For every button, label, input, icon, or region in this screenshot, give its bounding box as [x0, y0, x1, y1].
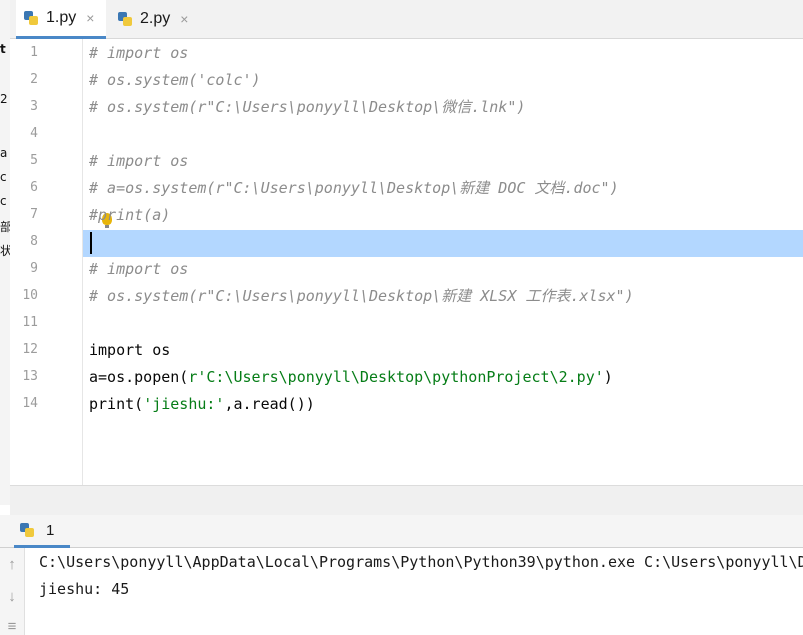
code-line: import os — [89, 341, 171, 359]
line-number: 1 — [30, 45, 38, 60]
line-number: 10 — [22, 288, 38, 303]
python-file-icon — [24, 11, 38, 25]
run-tab-label: 1 — [46, 521, 55, 539]
run-console[interactable]: ↑ ↓ ≡ C:\Users\ponyyll\AppData\Local\Pro… — [0, 548, 803, 635]
code-line: # import os — [89, 260, 189, 278]
code-line: #print(a) — [89, 206, 171, 224]
line-number: 7 — [30, 207, 38, 222]
code-line: # import os — [89, 152, 189, 170]
code-token: a=os.popen( — [89, 368, 189, 386]
editor-tab-bar: 1.py × 2.py × — [10, 0, 803, 39]
soft-wrap-icon[interactable]: ≡ — [0, 618, 24, 635]
code-line: # os.system(r"C:\Users\ponyyll\Desktop\微… — [89, 98, 526, 116]
line-number: 9 — [30, 261, 38, 276]
scroll-up-icon[interactable]: ↑ — [0, 556, 24, 573]
python-file-icon — [118, 12, 132, 26]
project-fragment: 2 — [0, 92, 8, 106]
code-token: print( — [89, 395, 144, 413]
code-token: ) — [603, 368, 613, 386]
code-line: print('jieshu:',a.read()) — [89, 391, 803, 418]
close-icon[interactable]: × — [86, 10, 94, 26]
code-line: a=os.popen(r'C:\Users\ponyyll\Desktop\py… — [89, 364, 803, 391]
project-fragment: t — [0, 42, 6, 56]
code-editor[interactable]: 1 2 3 4 5 6 7 8 9 10 11 12 13 14 # impor… — [10, 39, 803, 485]
code-line: # a=os.system(r"C:\Users\ponyyll\Desktop… — [89, 179, 619, 197]
tab-2-py[interactable]: 2.py × — [116, 0, 198, 38]
tab-1-py[interactable]: 1.py × — [16, 0, 107, 39]
string-literal: 'jieshu:' — [143, 395, 225, 413]
scroll-down-icon[interactable]: ↓ — [0, 588, 24, 605]
tab-label: 1.py — [46, 9, 77, 26]
console-output-line: jieshu: 45 — [39, 580, 130, 598]
project-fragment: 部 — [0, 218, 10, 235]
line-number: 2 — [30, 72, 38, 87]
panel-splitter[interactable] — [10, 485, 803, 516]
code-line: # import os — [89, 44, 189, 62]
code-line: # os.system(r"C:\Users\ponyyll\Desktop\新… — [89, 287, 634, 305]
run-tool-bar: 1 — [0, 515, 803, 548]
project-fragment: a — [0, 146, 8, 160]
line-number: 8 — [30, 234, 38, 249]
code-line: # os.system('colc') — [89, 71, 261, 89]
line-number: 13 — [22, 369, 38, 384]
line-number: 12 — [22, 342, 38, 357]
line-number: 5 — [30, 153, 38, 168]
project-fragment: 状 — [0, 242, 10, 259]
project-fragment: c — [0, 170, 7, 184]
string-literal: r'C:\Users\ponyyll\Desktop\pythonProject… — [188, 368, 604, 386]
console-output-line: C:\Users\ponyyll\AppData\Local\Programs\… — [39, 553, 803, 571]
run-tab-1[interactable]: 1 — [14, 515, 71, 548]
line-number: 6 — [30, 180, 38, 195]
line-number: 14 — [22, 396, 38, 411]
python-run-icon — [20, 523, 34, 537]
close-icon[interactable]: × — [180, 11, 188, 27]
tab-label: 2.py — [140, 10, 171, 27]
line-number: 3 — [30, 99, 38, 114]
project-fragment: c — [0, 194, 7, 208]
console-side-toolbar: ↑ ↓ ≡ — [0, 548, 25, 635]
line-number: 11 — [22, 315, 38, 330]
code-token: ,a.read()) — [224, 395, 315, 413]
line-number: 4 — [30, 126, 38, 141]
